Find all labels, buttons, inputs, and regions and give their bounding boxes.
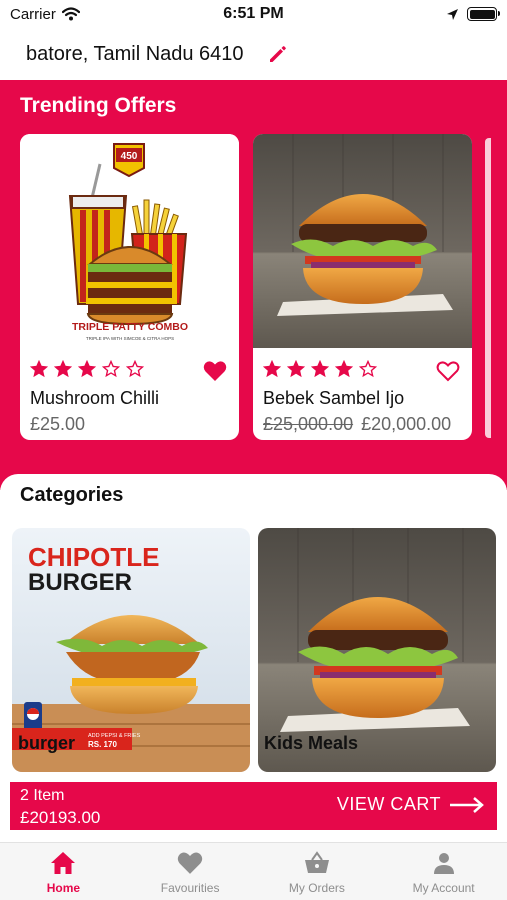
burger-image	[253, 134, 472, 348]
star-filled-icon	[30, 360, 48, 378]
wifi-icon	[61, 7, 80, 21]
app-screen: Carrier 6:51 PM batore, Tamil Nadu 6410	[0, 0, 507, 900]
heart-icon	[177, 852, 203, 874]
offer-old-price: £25,000.00	[263, 414, 354, 434]
rating-stars	[30, 360, 144, 378]
star-filled-icon	[335, 360, 353, 378]
person-icon	[433, 853, 454, 874]
address-text: batore, Tamil Nadu 6410	[26, 42, 244, 65]
category-label: Kids Meals	[264, 733, 359, 753]
status-left: Carrier	[10, 6, 80, 23]
cart-summary-bar[interactable]: 2 Item £20193.00 VIEW CART	[10, 782, 497, 830]
offer-card[interactable]: 450 TRIPLE PATTY COMBO TRIPLE IPA WITH S…	[20, 134, 239, 440]
star-filled-icon	[78, 360, 96, 378]
carrier-label: Carrier	[10, 5, 56, 23]
tab-label: Home	[46, 881, 81, 895]
badge-text: 450	[121, 151, 138, 162]
tab-my-account[interactable]: My Account	[380, 843, 507, 900]
trending-offers-section: Trending Offers 450 TRIPLE PATTY COMBO T…	[0, 80, 507, 490]
trending-offers-title: Trending Offers	[20, 94, 177, 117]
heart-outline-icon	[436, 361, 460, 382]
tab-label: My Account	[412, 881, 475, 895]
offer-price: £20,000.00	[361, 414, 452, 434]
star-filled-icon	[263, 360, 281, 378]
home-icon	[51, 852, 76, 874]
bottom-tab-bar: Home Favourities My Orders My Account	[0, 842, 507, 900]
view-cart-label: VIEW CART	[336, 794, 441, 814]
cart-item-count: 2 Item	[20, 787, 65, 804]
tab-favourities[interactable]: Favourities	[127, 843, 254, 900]
basket-icon	[304, 851, 329, 873]
rating-stars	[263, 360, 377, 378]
tab-label: My Orders	[288, 881, 345, 895]
address-bar[interactable]: batore, Tamil Nadu 6410	[0, 28, 507, 80]
star-empty-icon	[126, 360, 144, 378]
favorite-button[interactable]	[436, 360, 460, 387]
category-label: burger	[18, 733, 76, 753]
combo-meal-image: 450 TRIPLE PATTY COMBO TRIPLE IPA WITH S…	[20, 134, 239, 348]
arrow-right-icon	[450, 796, 484, 813]
star-filled-icon	[54, 360, 72, 378]
categories-title: Categories	[20, 484, 124, 506]
star-filled-icon	[311, 360, 329, 378]
category-tile-kids-meals[interactable]: Kids Meals	[258, 528, 496, 772]
view-cart-button[interactable]: VIEW CART	[337, 794, 485, 815]
offer-name: Mushroom Chilli	[30, 388, 160, 408]
cart-total: £20193.00	[20, 808, 101, 827]
categories-section: Categories CHIPOTLE BURGER ADD PEPSI & F…	[0, 474, 507, 900]
poster-line-2: BURGER	[28, 569, 132, 596]
brand-badge: 450	[113, 143, 145, 178]
star-empty-icon	[102, 360, 120, 378]
star-filled-icon	[287, 360, 305, 378]
offer-price: £25.00	[30, 414, 86, 434]
category-tile-burger[interactable]: CHIPOTLE BURGER ADD PEPSI & FRIES RS. 17…	[12, 528, 250, 772]
favorite-button[interactable]	[203, 360, 227, 387]
tab-label: Favourities	[160, 881, 220, 895]
combo-caption: TRIPLE PATTY COMBO	[72, 321, 188, 333]
heart-filled-icon	[203, 361, 227, 381]
edit-address-button[interactable]	[266, 42, 290, 66]
status-bar: Carrier 6:51 PM	[0, 0, 507, 28]
pencil-icon	[270, 46, 286, 62]
battery-icon	[467, 7, 500, 21]
status-right	[446, 7, 500, 21]
next-card-peek	[485, 138, 491, 438]
combo-subcaption: TRIPLE IPA WITH SIMCOE & CITRA HOPS	[86, 336, 174, 341]
offer-name: Bebek Sambel Ijo	[263, 388, 405, 408]
poster-note-2: RS. 170	[88, 740, 117, 749]
offer-price-row: £25,000.00 £20,000.00	[263, 414, 451, 435]
location-arrow-icon	[447, 8, 458, 20]
tab-my-orders[interactable]: My Orders	[254, 843, 381, 900]
poster-note-1: ADD PEPSI & FRIES	[88, 733, 141, 739]
offer-card[interactable]: Bebek Sambel Ijo £25,000.00 £20,000.00	[253, 134, 472, 440]
star-empty-icon	[359, 360, 377, 378]
tab-home[interactable]: Home	[0, 843, 127, 900]
offer-price-row: £25.00	[30, 414, 85, 435]
poster-line-1: CHIPOTLE	[28, 542, 159, 572]
